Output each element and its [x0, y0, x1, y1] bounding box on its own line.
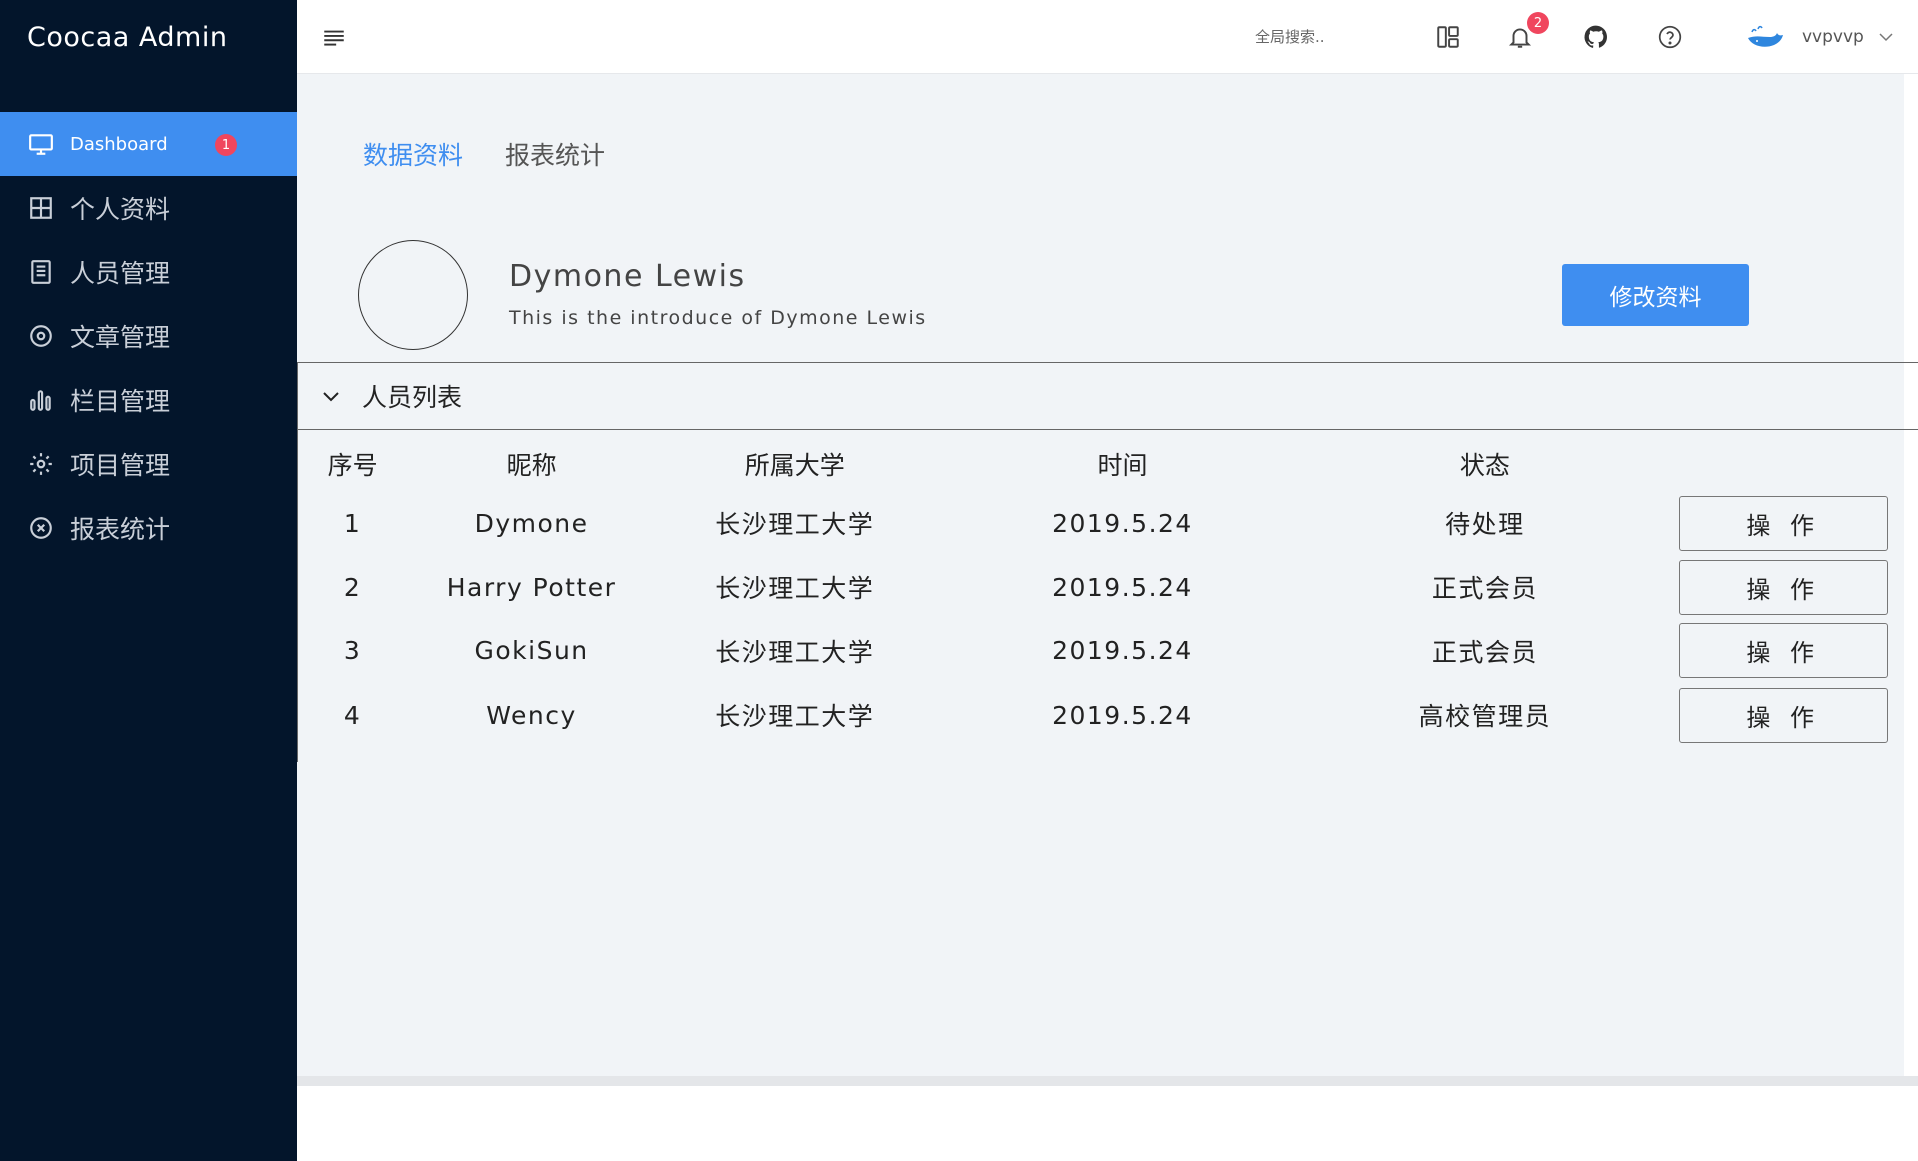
sidebar-item-reports[interactable]: 报表统计: [0, 496, 297, 560]
chevron-down-icon: [1878, 29, 1894, 45]
row-action-button[interactable]: 操 作: [1678, 559, 1888, 615]
cell-university: 长沙理工大学: [715, 702, 875, 731]
sidebar-menu: Dashboard 1 个人资料 人员管理 文章管理 栏目管理 项目管理 报表统…: [0, 112, 297, 560]
cell-status: 正式会员: [1431, 574, 1538, 603]
sidebar-item-projects[interactable]: 项目管理: [0, 432, 297, 496]
gear-icon: [28, 451, 54, 477]
tab-bar: 数据资料 报表统计: [363, 136, 605, 172]
cell-action: 操 作: [1658, 681, 1908, 749]
column-header-status: 状态: [1459, 451, 1510, 480]
row-action-button[interactable]: 操 作: [1678, 623, 1888, 678]
cell-action: 操 作: [1658, 554, 1908, 620]
cell-status: 高校管理员: [1418, 702, 1552, 731]
notification-badge: 2: [1527, 12, 1549, 34]
cell-status: 待处理: [1445, 510, 1525, 539]
table-row: 1 Dymone 长沙理工大学 2019.5.24 待处理 操 作: [298, 492, 1908, 554]
table-row: 2 Harry Potter 长沙理工大学 2019.5.24 正式会员 操 作: [298, 554, 1908, 620]
tab-data[interactable]: 数据资料: [363, 136, 463, 172]
cell-nickname: Harry Potter: [446, 572, 617, 602]
whale-avatar-icon: [1746, 22, 1786, 52]
layout-icon[interactable]: [1433, 22, 1463, 52]
sidebar-item-personnel[interactable]: 人员管理: [0, 240, 297, 304]
sidebar-item-dashboard[interactable]: Dashboard 1: [0, 112, 297, 176]
cell-university: 长沙理工大学: [715, 637, 875, 667]
row-action-button[interactable]: 操 作: [1678, 495, 1888, 551]
sidebar-item-label: 报表统计: [70, 515, 171, 544]
cell-index: 2: [343, 572, 362, 602]
horizontal-scrollbar[interactable]: [297, 1076, 1918, 1086]
sidebar-item-articles[interactable]: 文章管理: [0, 304, 297, 368]
cell-time: 2019.5.24: [1052, 508, 1193, 538]
profile-avatar: [358, 240, 468, 350]
help-icon[interactable]: [1655, 22, 1685, 52]
cell-index: 1: [343, 508, 362, 538]
github-icon[interactable]: [1581, 22, 1611, 52]
dashboard-badge: 1: [215, 134, 237, 156]
sidebar-item-label: 文章管理: [70, 323, 171, 352]
sidebar-item-label: 人员管理: [70, 259, 171, 288]
personnel-panel: 人员列表 序号 昵称 所属大学 时间 状态 1 Dymone 长沙理工大学 20: [297, 362, 1918, 762]
cell-index: 4: [343, 700, 362, 730]
sidebar: Coocaa Admin Dashboard 1 个人资料 人员管理 文章管理 …: [0, 0, 297, 1161]
menu-toggle-icon[interactable]: [321, 24, 347, 50]
cell-time: 2019.5.24: [1052, 700, 1193, 730]
tab-reports[interactable]: 报表统计: [505, 136, 605, 172]
cell-action: 操 作: [1658, 492, 1908, 554]
bar-chart-icon: [28, 387, 54, 413]
column-header-index: 序号: [327, 451, 378, 480]
sidebar-item-label: 栏目管理: [70, 387, 171, 416]
edit-profile-button[interactable]: 修改资料: [1562, 264, 1749, 326]
cell-index: 3: [343, 636, 362, 665]
table-row: 4 Wency 长沙理工大学 2019.5.24 高校管理员 操 作: [298, 681, 1908, 749]
cell-university: 长沙理工大学: [715, 510, 875, 539]
chevron-down-icon: [320, 385, 342, 407]
target-icon: [28, 323, 54, 349]
top-header: 2 vvpvvp: [297, 0, 1918, 74]
cell-time: 2019.5.24: [1052, 572, 1193, 602]
column-header-university: 所属大学: [744, 451, 845, 480]
personnel-panel-title: 人员列表: [362, 383, 463, 412]
grid-icon: [28, 195, 54, 221]
username: vvpvvp: [1802, 27, 1864, 47]
cell-status: 正式会员: [1431, 637, 1538, 667]
personnel-panel-header[interactable]: 人员列表: [298, 363, 1918, 430]
cell-action: 操 作: [1658, 620, 1908, 681]
sidebar-item-label: Dashboard: [70, 133, 168, 155]
cell-nickname: Wency: [486, 700, 577, 730]
personnel-table: 序号 昵称 所属大学 时间 状态 1 Dymone 长沙理工大学 2019.5.…: [298, 436, 1908, 749]
monitor-icon: [28, 131, 54, 157]
sidebar-item-label: 个人资料: [70, 195, 171, 224]
brand-title: Coocaa Admin: [27, 22, 228, 53]
table-row: 3 GokiSun 长沙理工大学 2019.5.24 正式会员 操 作: [298, 620, 1908, 681]
document-icon: [28, 259, 54, 285]
cell-nickname: Dymone: [474, 508, 589, 538]
global-search-input[interactable]: [1255, 26, 1385, 48]
column-header-action: [1658, 436, 1908, 492]
column-header-time: 时间: [1097, 451, 1148, 480]
footer-blank: [297, 1086, 1918, 1161]
cell-time: 2019.5.24: [1052, 636, 1193, 665]
row-action-button[interactable]: 操 作: [1678, 687, 1888, 743]
cell-nickname: GokiSun: [474, 636, 589, 665]
sidebar-item-profile[interactable]: 个人资料: [0, 176, 297, 240]
user-menu[interactable]: vvpvvp: [1746, 20, 1894, 54]
sidebar-item-columns[interactable]: 栏目管理: [0, 368, 297, 432]
sidebar-item-label: 项目管理: [70, 451, 171, 480]
column-header-nickname: 昵称: [506, 451, 557, 480]
app-root: Coocaa Admin Dashboard 1 个人资料 人员管理 文章管理 …: [0, 0, 1918, 1161]
table-header-row: 序号 昵称 所属大学 时间 状态: [298, 436, 1908, 492]
close-circle-icon: [28, 515, 54, 541]
profile-name: Dymone Lewis: [509, 259, 746, 294]
profile-intro: This is the introduce of Dymone Lewis: [509, 307, 927, 329]
cell-university: 长沙理工大学: [715, 574, 875, 603]
